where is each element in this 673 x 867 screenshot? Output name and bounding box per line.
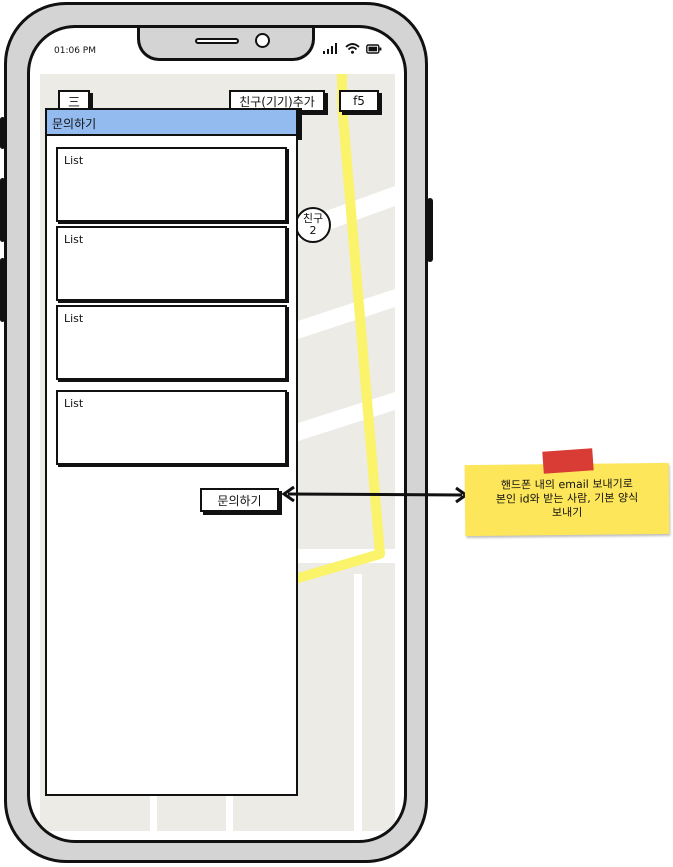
annotation-line-3: 보내기: [551, 505, 583, 520]
list-item[interactable]: List: [56, 305, 287, 380]
friend-marker[interactable]: 친구 2: [295, 207, 331, 243]
battery-icon: [366, 43, 382, 54]
inquiry-button[interactable]: 문의하기: [200, 488, 279, 512]
wifi-icon: [345, 43, 360, 54]
panel-title: 문의하기: [47, 110, 296, 136]
list-item[interactable]: List: [56, 226, 287, 301]
list-item[interactable]: List: [56, 390, 287, 465]
status-icons: [323, 43, 382, 54]
status-time: 01:06 PM: [54, 46, 96, 56]
tape-decoration: [542, 448, 594, 474]
speaker-icon: [195, 38, 239, 44]
annotation-note: 핸드폰 내의 email 보내기로 본인 id와 받는 사람, 기본 양식 보내…: [464, 462, 670, 537]
power-button: [427, 198, 433, 262]
annotation-arrow: [281, 485, 469, 504]
volume-up-button: [0, 178, 5, 242]
phone-notch: [137, 28, 315, 61]
signal-icon: [323, 43, 337, 54]
friend-marker-number: 2: [309, 224, 317, 237]
camera-icon: [255, 33, 270, 48]
volume-down-button: [0, 258, 5, 322]
phone-screen: 01:06 PM 친구 2 三 친구(기기)추가 f5 문의하기 List Li…: [27, 25, 407, 843]
refresh-button[interactable]: f5: [339, 90, 379, 112]
list-item[interactable]: List: [56, 147, 287, 222]
phone-frame: 01:06 PM 친구 2 三 친구(기기)추가 f5 문의하기 List Li…: [4, 2, 428, 863]
annotation-text: 핸드폰 내의 email 보내기로 본인 id와 받는 사람, 기본 양식 보내…: [465, 477, 669, 521]
mute-switch: [0, 117, 5, 149]
inquiry-panel: 문의하기 List List List List 문의하기: [45, 108, 298, 796]
